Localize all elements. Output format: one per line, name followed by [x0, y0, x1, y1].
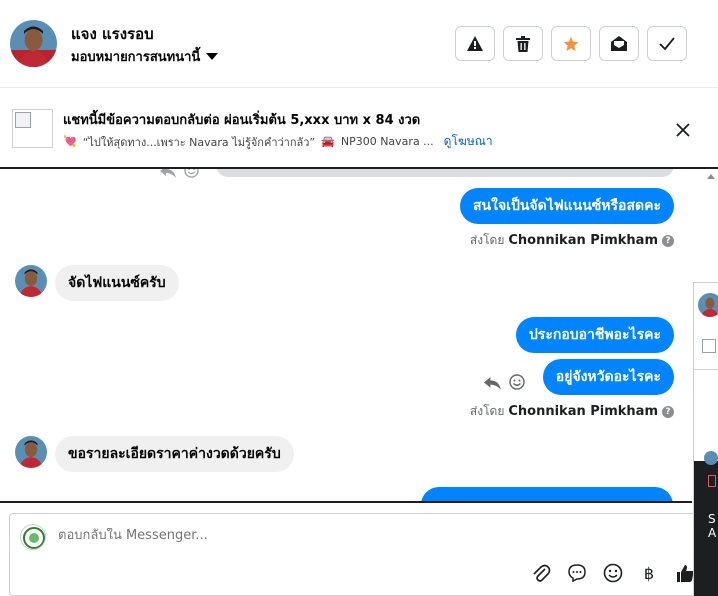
star-icon	[563, 36, 579, 51]
outgoing-message[interactable]: ประกอบอาชีพอะไรคะ	[515, 317, 674, 353]
outgoing-message[interactable]: อยู่จังหวัดอะไรคะ	[542, 359, 674, 395]
assign-dropdown[interactable]: มอบหมายการสนทนานี้	[71, 46, 219, 67]
close-icon	[676, 123, 690, 137]
warning-icon	[467, 36, 483, 51]
ad-subtitle: 💘 “ไปให้สุดทาง...เพราะ Navara ไม่รู้จักค…	[63, 132, 493, 151]
delete-button[interactable]	[503, 26, 543, 61]
react-icon[interactable]	[184, 169, 199, 182]
avatar	[704, 451, 718, 465]
side-dark-panel: SA	[694, 451, 718, 596]
messenger-inbox: แจง แรงรอบ มอบหมายการสนทนานี้ แชทนี้มีข้…	[0, 0, 718, 596]
baht-icon[interactable]: ฿	[638, 562, 660, 584]
help-icon[interactable]: ?	[662, 234, 674, 247]
chevron-down-icon	[206, 53, 219, 60]
attachment-image[interactable]	[216, 169, 674, 177]
contact-name[interactable]: แจง แรงรอบ	[71, 22, 154, 46]
heart-emoji-icon: 💘	[63, 135, 77, 148]
ad-context-bar: แชทนี้มีข้อความตอบกลับต่อ ผ่อนเริ่มต้น 5…	[0, 89, 718, 169]
composer-toolbar: ฿	[530, 562, 696, 584]
mark-unread-button[interactable]	[599, 26, 639, 61]
divider	[0, 501, 692, 503]
paperclip-icon[interactable]	[530, 562, 552, 584]
calendar-icon	[708, 475, 716, 487]
avatar[interactable]	[10, 20, 57, 67]
done-button[interactable]	[647, 26, 687, 61]
divider	[694, 369, 718, 370]
ad-title: แชทนี้มีข้อความตอบกลับต่อ ผ่อนเริ่มต้น 5…	[63, 113, 421, 128]
message-actions	[160, 169, 199, 182]
sender-name: Chonnikan Pimkham	[508, 404, 658, 419]
ad-thumbnail[interactable]	[12, 109, 53, 148]
close-ad-button[interactable]	[672, 119, 694, 141]
help-icon[interactable]: ?	[662, 405, 674, 418]
sent-by-label: ส่งโดย Chonnikan Pimkham ?	[470, 231, 674, 250]
ad-model-text: NP300 Navara ...	[340, 135, 434, 148]
dark-panel-text: SA	[708, 512, 717, 540]
emoji-icon[interactable]	[602, 562, 624, 584]
image-placeholder	[702, 339, 716, 353]
trash-icon	[516, 35, 530, 52]
page-avatar	[20, 524, 46, 550]
check-icon	[659, 36, 675, 50]
car-emoji-icon: 🚘	[321, 135, 335, 148]
avatar[interactable]	[15, 265, 47, 297]
sent-by-label: ส่งโดย Chonnikan Pimkham ?	[470, 402, 674, 421]
envelope-open-icon	[611, 36, 627, 51]
chat-bubble-icon[interactable]	[566, 562, 588, 584]
assign-label: มอบหมายการสนทนานี้	[71, 50, 201, 65]
reply-composer: ฿	[9, 513, 709, 596]
incoming-message[interactable]: จัดไฟแนนซ์ครับ	[55, 265, 179, 301]
message-actions	[484, 374, 525, 394]
outgoing-message-partial[interactable]	[421, 487, 673, 501]
report-button[interactable]	[455, 26, 495, 61]
reply-input[interactable]	[58, 528, 578, 543]
view-ad-link[interactable]: ดูโฆษณา	[444, 132, 493, 151]
reply-icon[interactable]	[484, 375, 501, 394]
outgoing-message[interactable]: สนใจเป็นจัดไฟแนนซ์หรือสดคะ	[460, 188, 674, 224]
message-thread: สนใจเป็นจัดไฟแนนซ์หรือสดคะ ส่งโดย Chonni…	[0, 169, 692, 501]
react-icon[interactable]	[509, 374, 525, 394]
star-button[interactable]	[551, 26, 591, 61]
avatar[interactable]	[15, 436, 47, 468]
reply-icon[interactable]	[160, 169, 176, 182]
avatar[interactable]	[698, 293, 718, 317]
ad-subtitle-text: “ไปให้สุดทาง...เพราะ Navara ไม่รู้จักคำว…	[82, 135, 316, 149]
conversation-header: แจง แรงรอบ มอบหมายการสนทนานี้	[0, 0, 718, 88]
sender-name: Chonnikan Pimkham	[508, 233, 658, 248]
incoming-message[interactable]: ขอรายละเอียดราคาค่างวดด้วยครับ	[55, 436, 294, 472]
